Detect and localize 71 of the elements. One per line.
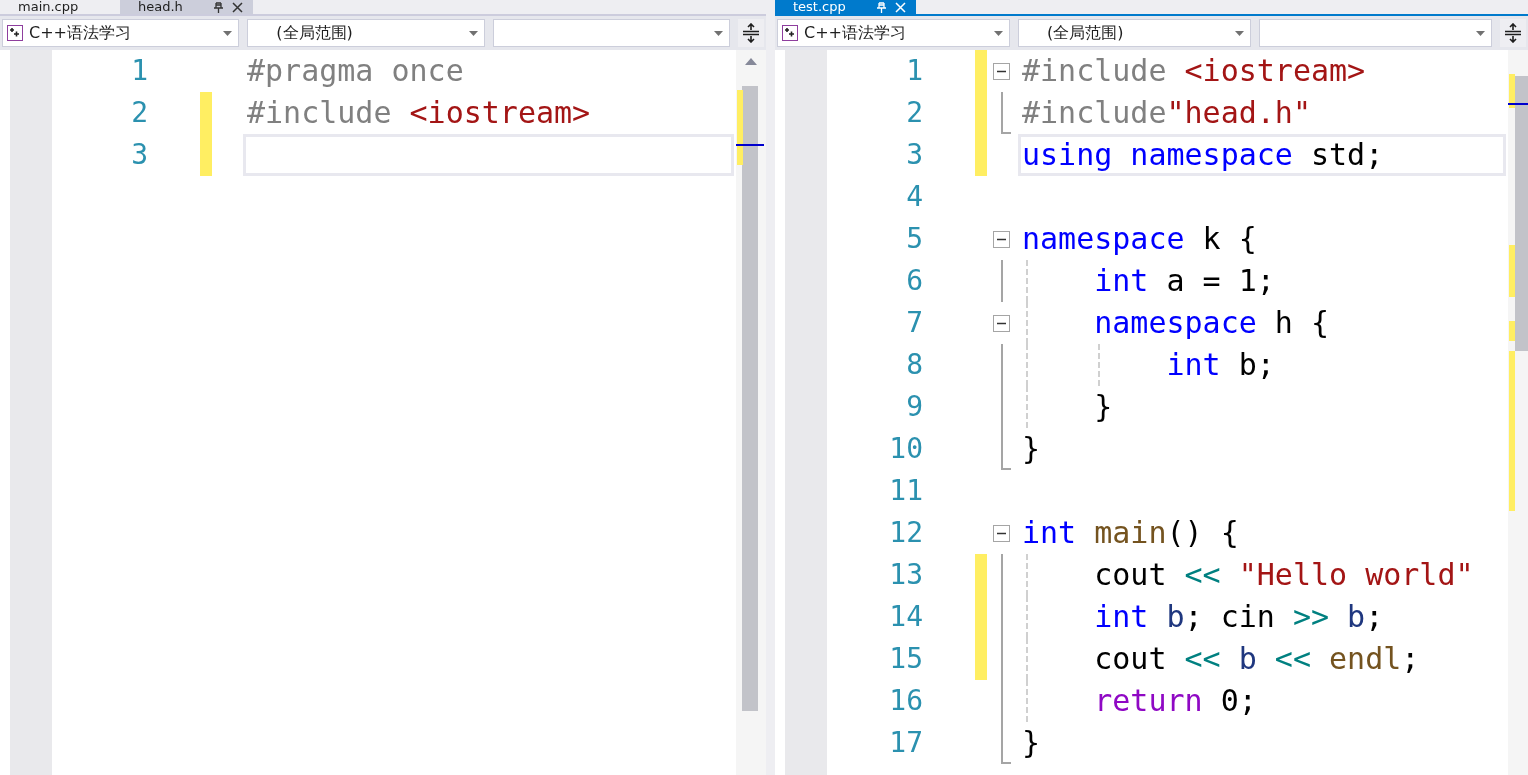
project-dropdown[interactable]: C++语法学习 xyxy=(777,19,1010,47)
collapse-icon[interactable] xyxy=(993,525,1010,542)
code-line: #pragma once xyxy=(247,52,464,90)
line-number: 2 xyxy=(906,95,923,131)
code-line: cout << "Hello world" xyxy=(1093,556,1474,594)
line-number: 8 xyxy=(906,347,923,383)
line-number: 1 xyxy=(131,53,148,89)
code-line: } xyxy=(1093,388,1113,426)
line-number: 6 xyxy=(906,263,923,299)
code-line: int b; xyxy=(1165,346,1275,384)
code-line: } xyxy=(1022,724,1041,762)
code-line: } xyxy=(1022,430,1041,468)
scroll-thumb[interactable] xyxy=(742,86,758,711)
line-number: 12 xyxy=(889,515,923,551)
code-line: #include <iostream> xyxy=(247,94,591,132)
line-number: 5 xyxy=(906,221,923,257)
change-marker xyxy=(1509,74,1515,108)
caret-icon xyxy=(1235,30,1244,36)
project-icon xyxy=(7,25,23,41)
caret-icon xyxy=(994,30,1003,36)
code-line: using namespace std; xyxy=(1022,136,1384,174)
line-number: 3 xyxy=(131,137,148,173)
line-number: 15 xyxy=(889,641,923,677)
caret-icon xyxy=(714,30,723,36)
split-icon xyxy=(1504,23,1522,43)
line-number: 17 xyxy=(889,725,923,761)
project-dropdown[interactable]: C++语法学习 xyxy=(2,19,240,47)
line-number: 3 xyxy=(906,137,923,173)
line-number: 7 xyxy=(906,305,923,341)
caret-icon xyxy=(1476,30,1485,36)
code-line: #include"head.h" xyxy=(1022,94,1311,132)
line-number: 2 xyxy=(131,95,148,131)
line-number: 1 xyxy=(906,53,923,89)
code-line: return 0; xyxy=(1093,682,1257,720)
change-marker xyxy=(1509,321,1515,341)
caret-marker xyxy=(736,144,764,146)
split-button[interactable] xyxy=(738,19,764,47)
line-number: 16 xyxy=(889,683,923,719)
line-number: 9 xyxy=(906,389,923,425)
line-number: 14 xyxy=(889,599,923,635)
collapse-icon[interactable] xyxy=(993,63,1010,80)
line-number: 4 xyxy=(906,179,923,215)
collapse-icon[interactable] xyxy=(993,315,1010,332)
line-number: 10 xyxy=(889,431,923,467)
caret-marker xyxy=(1508,103,1528,105)
split-icon xyxy=(742,23,760,43)
code-line: int main() { xyxy=(1022,514,1239,552)
close-icon[interactable] xyxy=(231,1,243,13)
code-line: namespace h { xyxy=(1093,304,1330,342)
change-marker xyxy=(1509,245,1515,297)
file-tab[interactable]: head.h xyxy=(120,0,253,14)
scrollbar[interactable] xyxy=(736,50,766,775)
collapse-icon[interactable] xyxy=(993,231,1010,248)
file-tab[interactable]: main.cpp xyxy=(0,0,120,14)
code-line: int b; cin >> b; xyxy=(1093,598,1384,636)
scroll-thumb[interactable] xyxy=(1515,76,1528,351)
code-line: #include <iostream> xyxy=(1022,52,1366,90)
scrollbar[interactable] xyxy=(1508,50,1528,775)
scope-dropdown[interactable]: (全局范围) xyxy=(247,19,485,47)
split-button[interactable] xyxy=(1500,19,1526,47)
code-line: int a = 1; xyxy=(1093,262,1275,300)
scope-dropdown[interactable]: (全局范围) xyxy=(1018,19,1251,47)
line-number: 13 xyxy=(889,557,923,593)
project-icon xyxy=(782,25,798,41)
caret-icon xyxy=(468,30,478,36)
code-line: cout << b << endl; xyxy=(1093,640,1420,678)
line-number: 11 xyxy=(889,473,923,509)
scroll-up-icon[interactable] xyxy=(745,58,757,65)
caret-icon xyxy=(223,30,233,36)
pin-icon[interactable] xyxy=(212,1,224,13)
code-line: namespace k { xyxy=(1022,220,1257,258)
